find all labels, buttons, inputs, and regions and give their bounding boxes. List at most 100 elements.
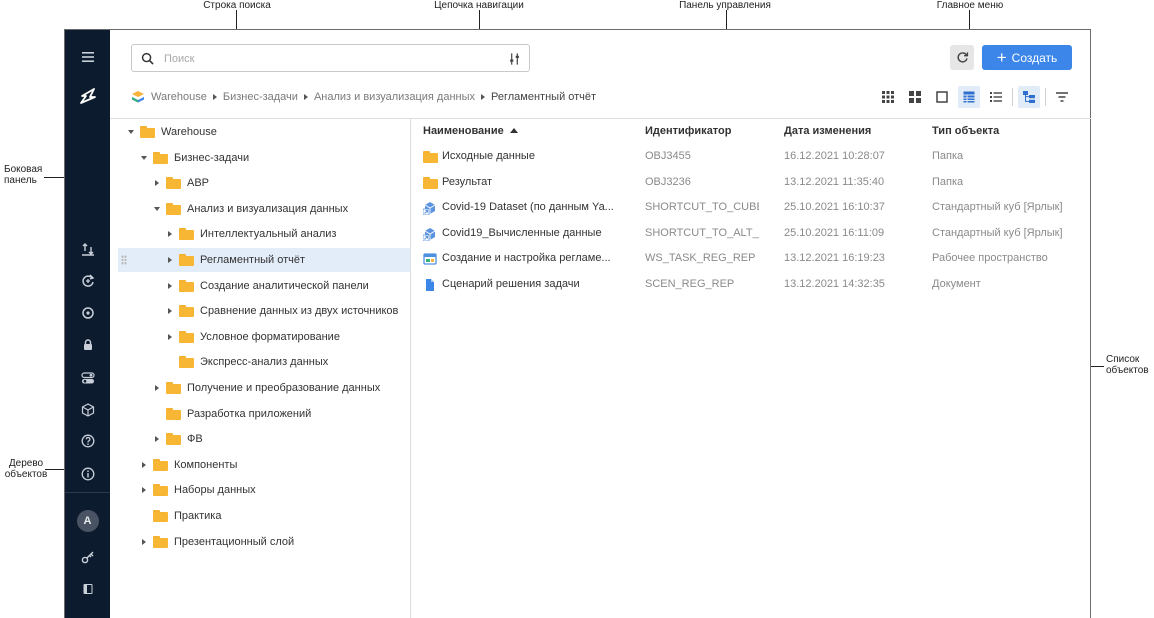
folder-icon xyxy=(423,176,438,189)
tree-item-label: Регламентный отчёт xyxy=(200,254,306,266)
caret-down-icon[interactable] xyxy=(152,206,162,211)
breadcrumb-current: Регламентный отчёт xyxy=(491,91,597,103)
sidebar-divider xyxy=(65,492,110,493)
tree-item[interactable]: Получение и преобразование данных xyxy=(118,376,410,400)
caret-right-icon[interactable] xyxy=(165,282,175,289)
tree-item[interactable]: АВР xyxy=(118,171,410,195)
tree-item[interactable]: Разработка приложений xyxy=(118,402,410,426)
caret-right-icon[interactable] xyxy=(165,231,175,238)
key-icon[interactable] xyxy=(65,545,110,569)
tree-item[interactable]: Наборы данных xyxy=(118,478,410,502)
toggle-icon[interactable] xyxy=(65,366,110,390)
upload-icon[interactable] xyxy=(65,237,110,261)
tree-item[interactable]: Сравнение данных из двух источников xyxy=(118,299,410,323)
tree-item[interactable]: Условное форматирование xyxy=(118,325,410,349)
list-cell-name: Covid-19 Dataset (по данным Ya... xyxy=(442,201,614,214)
list-cell-name: Создание и настройка регламе... xyxy=(442,252,611,265)
folder-icon xyxy=(166,202,181,215)
caret-right-icon[interactable] xyxy=(139,487,149,494)
list-row[interactable]: Covid19_Вычисленные данные SHORTCUT_TO_AL… xyxy=(411,222,1091,246)
tree-item[interactable]: Создание аналитической панели xyxy=(118,274,410,298)
grid-large-icon[interactable] xyxy=(877,86,899,108)
lock-icon[interactable] xyxy=(65,333,110,357)
tree-item-label: Получение и преобразование данных xyxy=(187,382,381,394)
callout-sidebar: Боковая панель xyxy=(4,164,43,186)
breadcrumb-item[interactable]: Бизнес-задачи xyxy=(223,91,298,103)
caret-right-icon[interactable] xyxy=(152,180,162,187)
folder-icon xyxy=(166,177,181,190)
tile-icon[interactable] xyxy=(931,86,953,108)
column-header-name[interactable]: Наименование xyxy=(423,125,518,137)
list-icon[interactable] xyxy=(985,86,1007,108)
folder-icon xyxy=(153,484,168,497)
tree-item[interactable]: Интеллектуальный анализ xyxy=(118,222,410,246)
list-cell-type: Документ xyxy=(932,278,981,290)
book-icon[interactable] xyxy=(65,577,110,601)
tree-item[interactable]: Практика xyxy=(118,504,410,528)
tree-item-label: Условное форматирование xyxy=(200,330,340,343)
menu-icon[interactable] xyxy=(65,45,110,69)
search-bar[interactable] xyxy=(131,44,530,72)
folder-icon xyxy=(166,433,181,446)
list-cell-type: Папка xyxy=(932,175,964,188)
list-row[interactable]: Сценарий решения задачи SCEN_REG_REP 13.12… xyxy=(411,273,1091,297)
folder-icon xyxy=(153,510,168,522)
tree-view-icon[interactable] xyxy=(1018,86,1040,108)
tree-item-label: Интеллектуальный анализ xyxy=(200,228,337,241)
list-row[interactable]: Создание и настройка регламе... WS_TASK_R… xyxy=(411,247,1091,271)
tree-item[interactable]: Регламентный отчёт xyxy=(118,248,410,272)
cube-icon[interactable] xyxy=(65,398,110,422)
breadcrumb-item[interactable]: Анализ и визуализация данных xyxy=(314,91,475,103)
callout-object-list: Список объектов xyxy=(1106,354,1149,376)
column-header-date[interactable]: Дата изменения xyxy=(784,125,871,137)
caret-right-icon[interactable] xyxy=(152,436,162,443)
tree-item[interactable]: Warehouse xyxy=(118,120,410,144)
folder-icon xyxy=(179,330,194,343)
cube-shortcut-icon xyxy=(423,201,437,216)
folder-icon xyxy=(179,254,194,266)
list-cell-name: Результат xyxy=(442,175,493,188)
tree-item-label: Наборы данных xyxy=(174,484,256,497)
tree-item[interactable]: Компоненты xyxy=(118,453,410,477)
caret-right-icon[interactable] xyxy=(165,308,175,315)
list-row[interactable]: Исходные данные OBJ3455 16.12.2021 10:28:0… xyxy=(411,145,1091,169)
refresh-add-icon[interactable] xyxy=(65,269,110,293)
tree-item[interactable]: Бизнес-задачи xyxy=(118,146,410,170)
tree-item[interactable]: ФВ xyxy=(118,427,410,451)
list-cell-id: WS_TASK_REG_REP xyxy=(645,252,756,265)
tree-item[interactable]: Презентационный слой xyxy=(118,530,410,554)
caret-down-icon[interactable] xyxy=(139,155,149,160)
column-header-type[interactable]: Тип объекта xyxy=(932,125,999,137)
list-cell-date: 13.12.2021 14:32:35 xyxy=(784,278,885,290)
caret-right-icon[interactable] xyxy=(139,461,149,468)
search-input[interactable] xyxy=(164,51,494,67)
refresh-button[interactable] xyxy=(950,45,974,70)
caret-right-icon[interactable] xyxy=(165,257,175,263)
list-row[interactable]: Результат OBJ3236 13.12.2021 11:35:40 Папка xyxy=(411,171,1091,195)
help-icon[interactable] xyxy=(65,429,110,453)
grid-small-icon[interactable] xyxy=(904,86,926,108)
caret-right-icon[interactable] xyxy=(139,538,149,545)
list-row[interactable]: Covid-19 Dataset (по данным Ya... SHORTCU… xyxy=(411,196,1091,220)
tree-item[interactable]: Экспресс-анализ данных xyxy=(118,350,410,374)
drag-handle-icon[interactable] xyxy=(121,255,127,265)
table-icon[interactable] xyxy=(958,86,980,108)
caret-right-icon[interactable] xyxy=(152,385,162,391)
list-cell-date: 16.12.2021 10:28:07 xyxy=(784,150,885,162)
filter-icon[interactable] xyxy=(1051,86,1073,108)
caret-right-icon[interactable] xyxy=(165,333,175,340)
avatar[interactable]: A xyxy=(65,510,110,532)
tree-item[interactable]: Анализ и визуализация данных xyxy=(118,197,410,221)
caret-down-icon[interactable] xyxy=(126,130,136,134)
list-cell-date: 25.10.2021 16:11:09 xyxy=(784,226,885,239)
object-list: Наименование Идентификатор Дата изменени… xyxy=(411,119,1091,618)
breadcrumb-item[interactable]: Warehouse xyxy=(151,91,207,103)
column-header-id[interactable]: Идентификатор xyxy=(645,125,732,137)
folder-icon xyxy=(153,151,168,164)
logo-icon[interactable] xyxy=(65,84,110,108)
tree-item-label: Экспресс-анализ данных xyxy=(200,356,329,369)
sync-icon[interactable] xyxy=(65,301,110,325)
filter-settings-icon[interactable] xyxy=(508,52,521,66)
create-button[interactable]: + Создать xyxy=(982,45,1072,70)
info-icon[interactable] xyxy=(65,462,110,486)
